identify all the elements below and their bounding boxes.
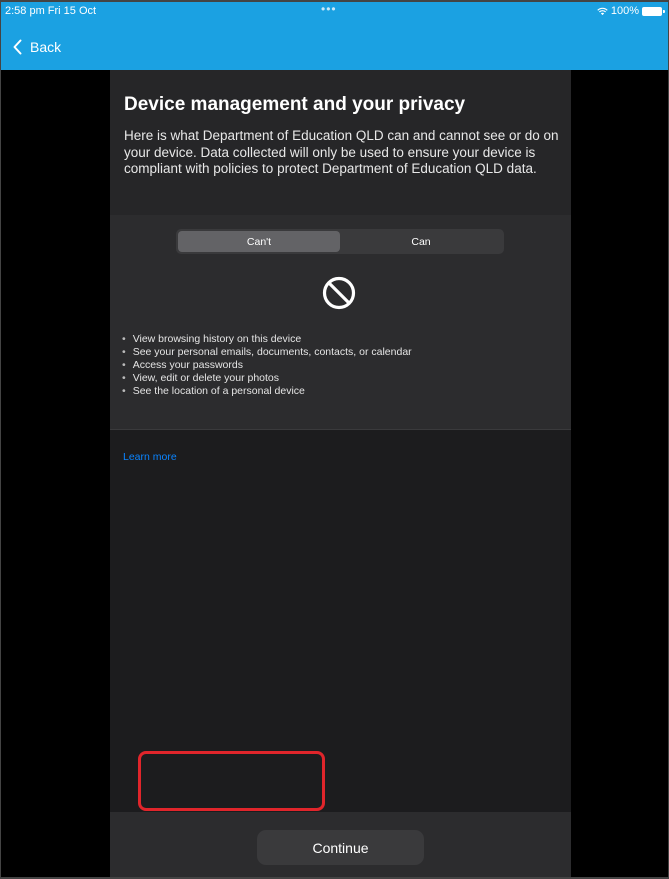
battery-percent: 100%	[610, 5, 639, 17]
list-item: • View browsing history on this device	[122, 333, 302, 345]
chevron-left-icon	[13, 39, 22, 55]
footer-bar: Continue	[110, 812, 571, 877]
tab-can[interactable]: Can	[340, 231, 502, 252]
battery-icon	[642, 6, 665, 16]
permissions-section: Can't Can • View browsing history on this…	[110, 215, 571, 430]
privacy-panel: Device management and your privacy Here …	[110, 70, 571, 877]
status-time: 2:58 pm Fri 15 Oct	[5, 5, 97, 17]
multitasking-dots[interactable]: •••	[321, 2, 337, 16]
app-window: 2:58 pm Fri 15 Oct ••• 100% Back Device …	[0, 0, 669, 879]
status-indicators: 100%	[597, 5, 665, 17]
back-button[interactable]: Back	[13, 39, 61, 55]
list-item: • Access your passwords	[122, 359, 243, 371]
list-item: • View, edit or delete your photos	[122, 372, 280, 384]
navigation-bar: 2:58 pm Fri 15 Oct ••• 100% Back	[1, 2, 668, 70]
cant-list: • View browsing history on this device • S…	[122, 333, 412, 398]
tab-cant[interactable]: Can't	[178, 231, 340, 252]
wifi-icon	[597, 7, 608, 15]
segmented-control: Can't Can	[176, 229, 504, 254]
prohibited-icon	[322, 276, 356, 310]
list-item: • See your personal emails, documents, co…	[122, 346, 412, 358]
page-description: Here is what Department of Education QLD…	[124, 128, 559, 176]
back-label: Back	[30, 39, 62, 55]
header-section: Device management and your privacy Here …	[110, 70, 571, 215]
page-title: Device management and your privacy	[124, 94, 466, 115]
list-item: • See the location of a personal device	[122, 385, 305, 397]
learn-more-link[interactable]: Learn more	[123, 451, 177, 463]
continue-button[interactable]: Continue	[257, 830, 424, 865]
